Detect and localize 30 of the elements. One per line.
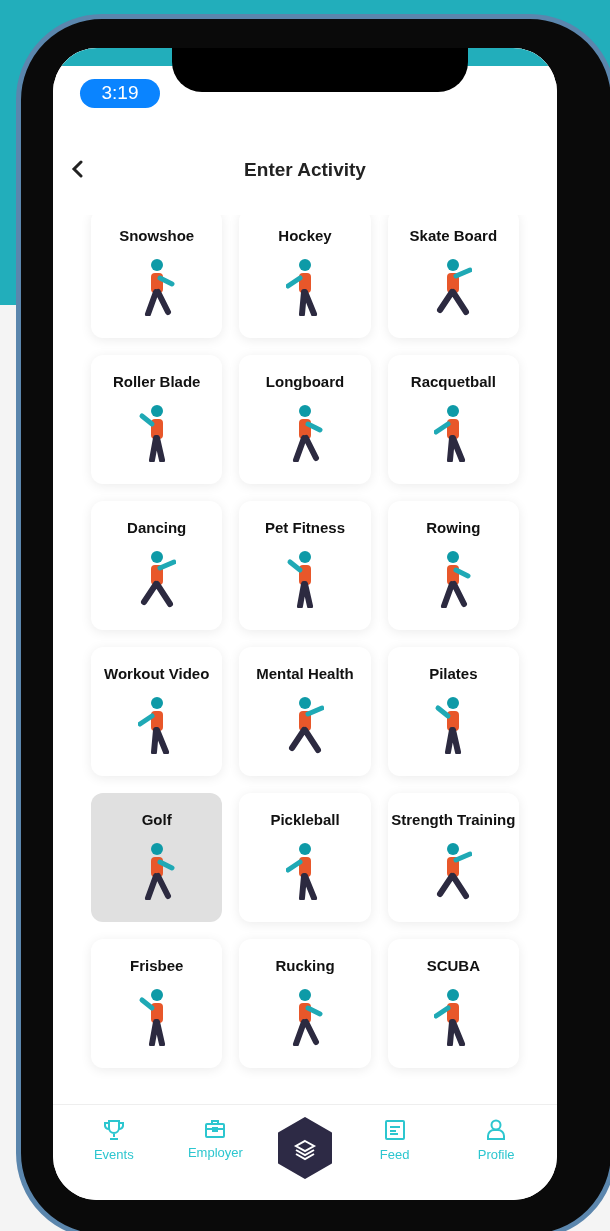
back-icon [71,160,83,178]
news-feed-icon [383,1119,406,1141]
activity-tile[interactable]: Pilates [387,647,519,776]
profile-icon [486,1119,507,1141]
activity-tile[interactable]: Frisbee [91,939,223,1068]
layers-button[interactable] [277,1117,333,1179]
page-title: Enter Activity [243,158,367,182]
layers-hexagon-icon [277,1117,333,1179]
athlete-figure-drawing [434,257,473,316]
activity-tile[interactable]: Dancing [91,501,223,630]
activity-tile[interactable]: Skate Board [387,215,519,338]
activity-tile[interactable]: Pet Fitness [239,501,371,630]
activity-tile[interactable]: Workout Video [91,647,223,776]
activity-tile[interactable]: Snowshoe [91,215,223,338]
activity-tile[interactable]: Mental Health [239,647,371,776]
trophy-icon [102,1119,125,1141]
activity-tile[interactable]: Pickleball [239,793,371,922]
activity-tile[interactable]: Hockey [239,215,371,338]
activity-tile[interactable]: SCUBA [387,939,519,1068]
time-badge: 3:19 [80,79,160,108]
athlete-figure-drawing [286,695,324,754]
briefcase-icon [204,1119,227,1139]
activity-tile[interactable]: Rowing [387,501,519,630]
activity-tile[interactable]: Longboard [239,355,371,484]
activity-tile[interactable]: Roller Blade [91,355,223,484]
activity-tile[interactable]: Racquetball [387,355,519,484]
activity-tile[interactable]: Golf [91,793,223,922]
activity-tile[interactable]: Strength Training [387,793,519,922]
athlete-figure-drawing [434,841,473,900]
activity-tile[interactable]: Rucking [239,939,371,1068]
